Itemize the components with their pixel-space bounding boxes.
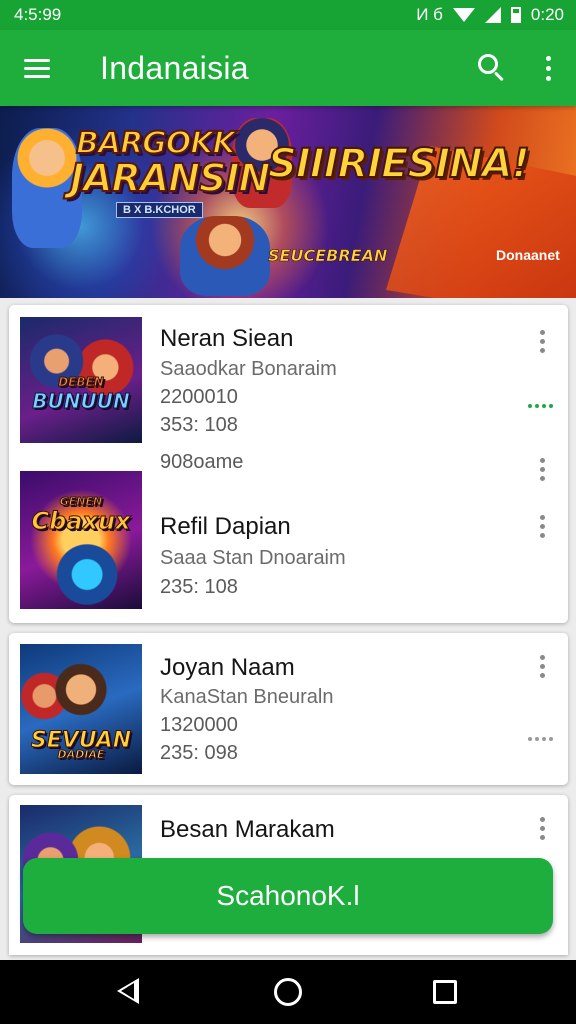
thumbnail-text: Cbaxux	[31, 507, 131, 536]
banner-headline: SIIIRIESINA!	[267, 140, 531, 188]
game-thumbnail[interactable]: DEBEN BUNUUN	[20, 317, 142, 443]
item-menu-icon[interactable]	[530, 326, 554, 356]
wifi-icon	[452, 8, 475, 22]
item-menu-icon[interactable]	[530, 813, 554, 843]
game-title[interactable]: Besan Marakam	[160, 816, 335, 844]
signal-icon	[484, 7, 501, 23]
game-developer: Saaa Stan Dnoaraim	[160, 547, 346, 569]
status-misc-icons: И б	[416, 5, 443, 24]
app-title: Indanaisia	[100, 49, 249, 86]
hamburger-icon[interactable]	[0, 30, 74, 106]
game-title[interactable]: Neran Siean	[160, 325, 293, 353]
primary-action-button[interactable]: ScahonoK.l	[23, 858, 553, 934]
battery-icon	[510, 7, 521, 23]
game-downloads: 908oame	[160, 451, 244, 473]
game-title[interactable]: Joyan Naam	[160, 654, 295, 682]
search-icon[interactable]	[460, 30, 520, 106]
thumbnail-text: DEBEN	[58, 375, 105, 390]
game-card: SEVUAN DADIAE Joyan Naam KanaStan Bneura…	[9, 633, 568, 785]
item-menu-icon[interactable]	[530, 454, 554, 484]
status-time: 4:5:99	[14, 5, 62, 24]
thumbnail-text: DADIAE	[57, 748, 105, 762]
thumbnail-text: BUNUUN	[32, 389, 130, 414]
status-clock: 0:20	[530, 5, 564, 24]
banner-corner-label: Donaanet	[496, 247, 560, 263]
back-icon[interactable]	[117, 978, 139, 1004]
status-icons: И б 0:20	[416, 5, 564, 25]
more-dots-icon[interactable]	[528, 737, 553, 741]
game-developer: KanaStan Bneuraln	[160, 686, 334, 708]
banner-game-logo: BARGOKK JARANSIN B X B.KCHOR	[69, 110, 271, 220]
recents-icon[interactable]	[433, 980, 457, 1004]
banner-character	[180, 216, 270, 296]
game-downloads: 1320000	[160, 714, 238, 736]
game-downloads: 2200010	[160, 386, 238, 408]
status-bar: 4:5:99 И б 0:20	[0, 0, 576, 30]
banner-logo-line2: JARANSIN	[69, 155, 271, 201]
game-thumbnail[interactable]: SEVUAN DADIAE	[20, 644, 142, 774]
game-title[interactable]: Refil Dapian	[160, 513, 291, 541]
item-menu-icon[interactable]	[530, 651, 554, 681]
app-bar: Indanaisia	[0, 30, 576, 106]
more-dots-icon[interactable]	[528, 404, 553, 408]
promo-banner[interactable]: BARGOKK JARANSIN B X B.KCHOR SIIIRIESINA…	[0, 106, 576, 298]
game-rating: 235: 108	[160, 576, 238, 598]
game-developer: Saaodkar Bonaraim	[160, 358, 337, 380]
game-rating: 353: 108	[160, 414, 238, 436]
game-thumbnail[interactable]: GENEN Cbaxux	[20, 471, 142, 609]
game-card: DEBEN BUNUUN Neran Siean Saaodkar Bonara…	[9, 305, 568, 623]
home-icon[interactable]	[274, 978, 302, 1006]
banner-tagline: SEUCEBREAN	[268, 246, 388, 266]
overflow-menu-icon[interactable]	[520, 30, 576, 106]
game-rating: 235: 098	[160, 742, 238, 764]
banner-logo-subtitle: B X B.KCHOR	[116, 202, 203, 218]
system-nav-bar	[0, 960, 576, 1024]
item-menu-icon[interactable]	[530, 511, 554, 541]
